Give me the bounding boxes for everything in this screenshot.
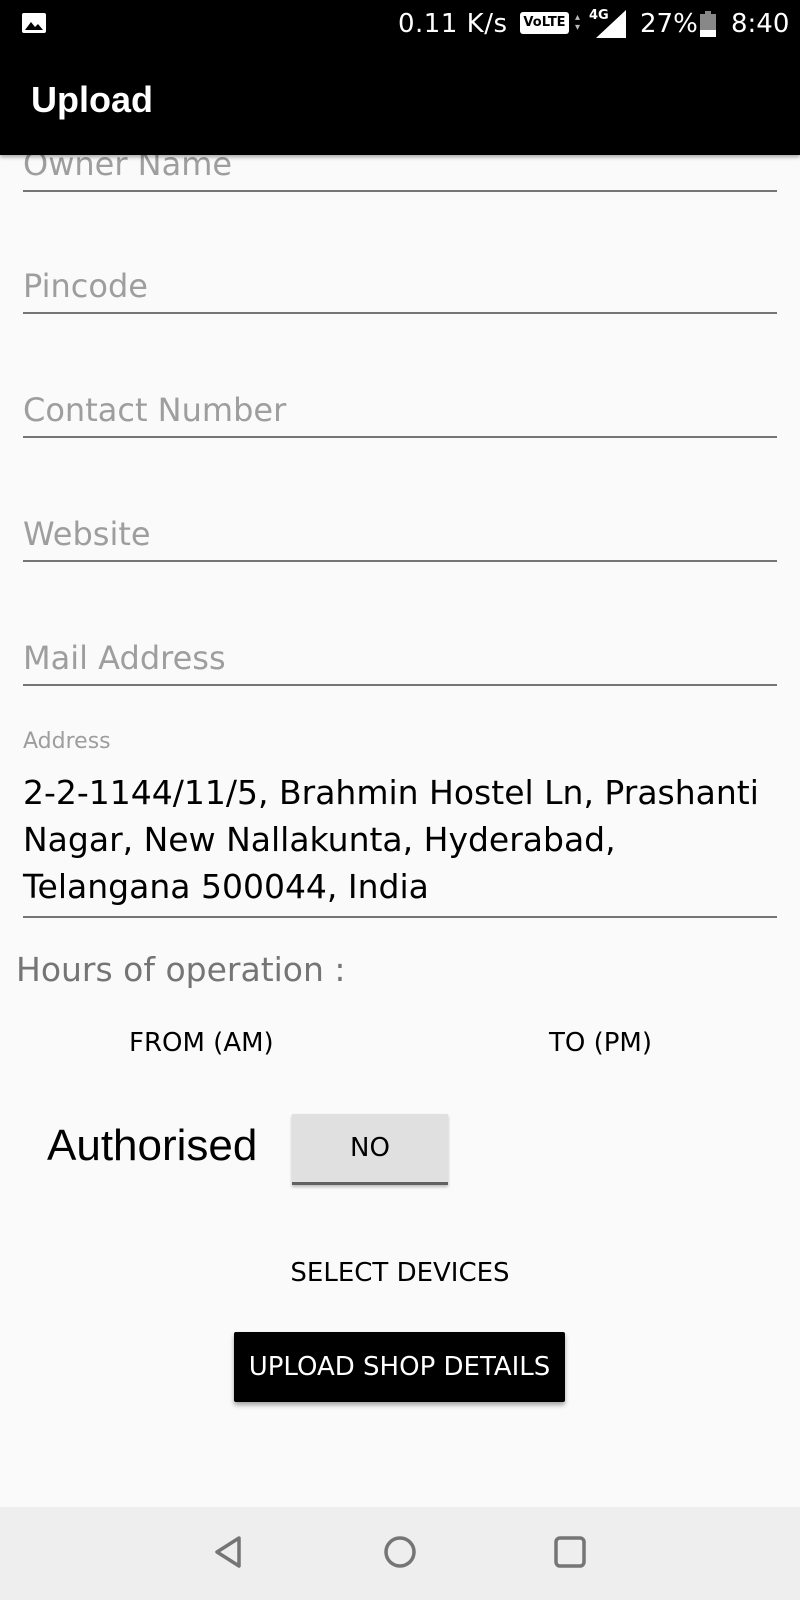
- address-label: Address: [23, 729, 111, 754]
- upload-shop-details-button[interactable]: UPLOAD SHOP DETAILS: [234, 1332, 565, 1402]
- volte-badge: VoLTE: [520, 12, 569, 34]
- address-value: 2-2-1144/11/5, Brahmin Hostel Ln, Prasha…: [23, 773, 759, 906]
- to-time-button[interactable]: TO (PM): [549, 1028, 652, 1058]
- home-icon[interactable]: [383, 1535, 417, 1573]
- recents-icon[interactable]: [553, 1535, 587, 1573]
- authorised-toggle[interactable]: NO: [292, 1114, 448, 1185]
- navigation-bar: [0, 1507, 800, 1600]
- website-field[interactable]: Website: [23, 515, 777, 562]
- mail-address-field[interactable]: Mail Address: [23, 639, 777, 686]
- pincode-placeholder: Pincode: [23, 267, 148, 305]
- mail-address-placeholder: Mail Address: [23, 639, 226, 677]
- authorised-label: Authorised: [47, 1121, 258, 1170]
- owner-name-placeholder: Owner Name: [23, 155, 233, 183]
- signal-icon: [596, 10, 626, 42]
- network-speed: 0.11 K/s: [398, 9, 508, 39]
- website-placeholder: Website: [23, 515, 151, 553]
- app-bar: Upload: [0, 48, 800, 155]
- hours-label: Hours of operation :: [16, 950, 346, 989]
- image-icon: [22, 13, 46, 33]
- clock: 8:40: [731, 9, 790, 39]
- contact-number-placeholder: Contact Number: [23, 391, 287, 429]
- form-content[interactable]: Owner Name Pincode Contact Number Websit…: [0, 155, 800, 1507]
- address-field[interactable]: 2-2-1144/11/5, Brahmin Hostel Ln, Prasha…: [23, 769, 777, 918]
- select-devices-button[interactable]: SELECT DEVICES: [0, 1258, 800, 1288]
- battery-percent: 27%: [640, 9, 698, 39]
- data-arrows-icon: ▴ ▾: [575, 12, 581, 33]
- battery-icon: [700, 11, 716, 37]
- status-bar: 0.11 K/s VoLTE ▴ ▾ 4G 27% 8:40: [0, 0, 800, 48]
- contact-number-field[interactable]: Contact Number: [23, 391, 777, 438]
- owner-name-field[interactable]: Owner Name: [23, 155, 777, 192]
- page-title: Upload: [31, 79, 153, 120]
- pincode-field[interactable]: Pincode: [23, 267, 777, 314]
- back-icon[interactable]: [213, 1535, 243, 1573]
- from-time-button[interactable]: FROM (AM): [129, 1028, 274, 1058]
